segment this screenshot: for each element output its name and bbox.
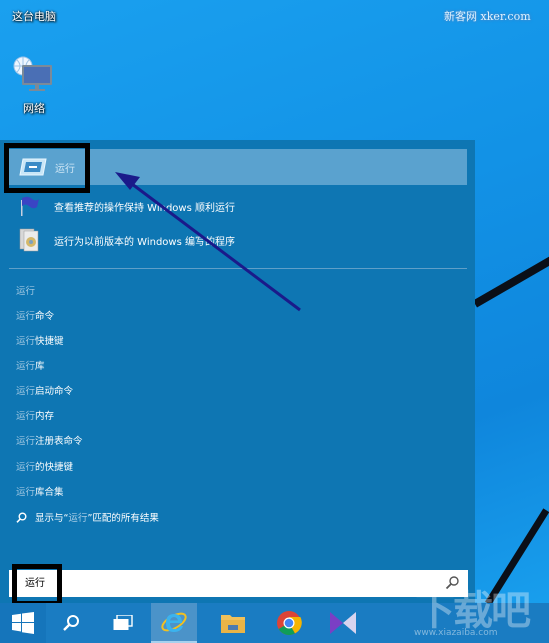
watermark-top: 新客网 xker.com <box>444 10 531 23</box>
search-results-panel: 运行 查看推荐的操作保持 Windows 顺利运行 运行为以前版本的 Windo… <box>0 140 475 603</box>
search-icon <box>16 512 27 523</box>
annotation-highlight-box <box>12 564 62 606</box>
watermark-bottom-url: www.xiazaiba.com <box>414 628 498 638</box>
result-label: 运行为以前版本的 Windows 编写的程序 <box>54 237 235 248</box>
suggestion-item[interactable]: 运行库 <box>16 358 45 372</box>
suggestion-item[interactable]: 运行启动命令 <box>16 383 73 397</box>
chrome-button[interactable] <box>266 603 312 643</box>
search-icon <box>63 615 79 631</box>
search-box[interactable] <box>9 570 468 597</box>
divider <box>9 268 467 269</box>
suggestion-item[interactable]: 运行快捷键 <box>16 333 64 347</box>
internet-explorer-button[interactable] <box>151 603 197 643</box>
suggestion-item[interactable]: 运行的快捷键 <box>16 459 73 473</box>
chrome-icon <box>277 611 302 636</box>
suggestion-item[interactable]: 运行注册表命令 <box>16 433 83 447</box>
suggestion-item[interactable]: 运行库合集 <box>16 484 64 498</box>
start-button[interactable] <box>0 603 46 643</box>
suggestion-item[interactable]: 运行 <box>16 283 35 297</box>
result-compatibility[interactable]: 运行为以前版本的 Windows 编写的程序 <box>16 226 446 252</box>
folder-icon <box>221 615 245 633</box>
network-label[interactable]: 网络 <box>23 100 45 116</box>
result-action-center[interactable]: 查看推荐的操作保持 Windows 顺利运行 <box>16 192 446 218</box>
search-input[interactable] <box>23 575 407 588</box>
suggestion-item[interactable]: 运行内存 <box>16 408 54 422</box>
annotation-highlight-box <box>4 143 90 193</box>
result-label: 查看推荐的操作保持 Windows 顺利运行 <box>54 203 235 214</box>
windows-logo-icon <box>12 612 34 634</box>
suggestion-item[interactable]: 运行命令 <box>16 308 54 322</box>
search-button[interactable] <box>48 603 94 643</box>
show-all-results-link[interactable]: 显示与“运行”匹配的所有结果 <box>16 510 159 524</box>
action-center-flag-icon <box>21 196 39 216</box>
compatibility-troubleshooter-icon <box>19 228 39 252</box>
task-view-button[interactable] <box>100 603 146 643</box>
task-view-icon <box>113 615 133 630</box>
file-explorer-button[interactable] <box>210 603 256 643</box>
visual-studio-icon <box>330 612 356 634</box>
this-pc-label[interactable]: 这台电脑 <box>12 8 56 24</box>
visual-studio-button[interactable] <box>320 603 366 643</box>
network-icon[interactable] <box>13 55 55 93</box>
wallpaper-line <box>473 253 549 308</box>
internet-explorer-icon <box>161 612 187 632</box>
